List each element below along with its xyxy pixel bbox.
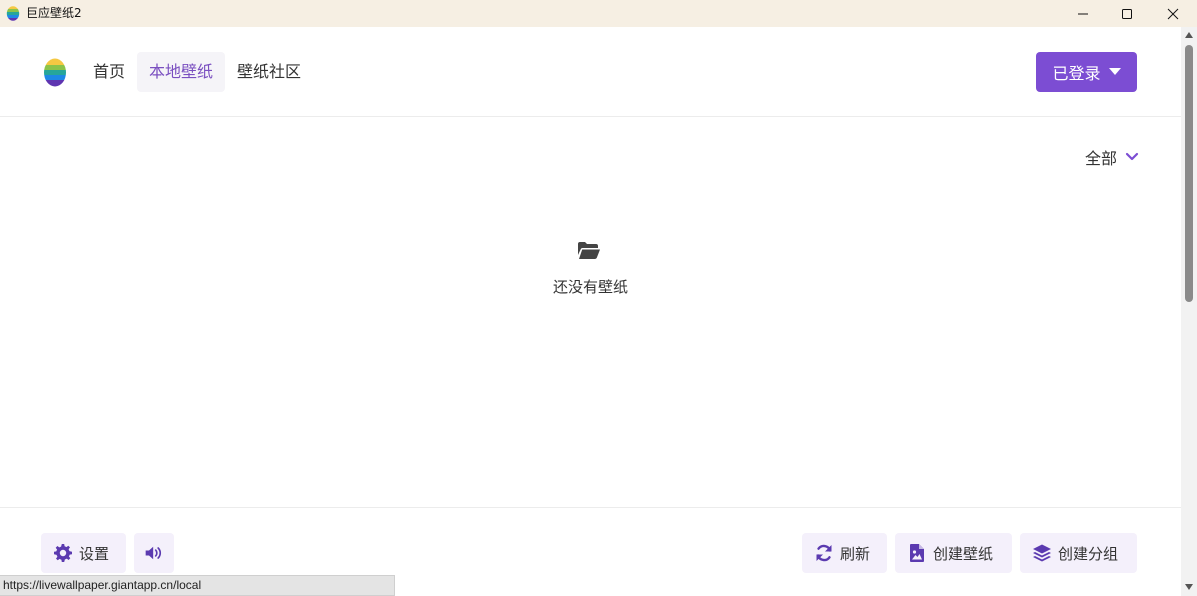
app-logo-icon[interactable] <box>43 57 67 87</box>
category-filter-dropdown[interactable]: 全部 <box>1085 145 1139 169</box>
settings-label: 设置 <box>79 544 110 563</box>
close-icon <box>1167 8 1179 19</box>
file-image-icon <box>910 544 924 562</box>
minimize-button[interactable] <box>1060 0 1106 27</box>
scroll-up-arrow-icon[interactable] <box>1185 32 1193 38</box>
folder-open-icon <box>578 242 600 260</box>
gear-icon <box>54 544 72 562</box>
window-titlebar: 巨应壁纸2 <box>0 0 1197 27</box>
minimize-icon <box>1078 13 1088 14</box>
window-title: 巨应壁纸2 <box>26 6 82 20</box>
close-button[interactable] <box>1150 0 1196 27</box>
layers-icon <box>1033 544 1051 562</box>
status-link-url: https://livewallpaper.giantapp.cn/local <box>0 575 395 596</box>
volume-button[interactable] <box>134 533 174 573</box>
scrollbar-thumb[interactable] <box>1185 45 1193 302</box>
top-header: 首页 本地壁纸 壁纸社区 已登录 <box>0 27 1181 117</box>
vertical-scrollbar[interactable] <box>1181 27 1197 596</box>
refresh-label: 刷新 <box>840 544 871 563</box>
settings-button[interactable]: 设置 <box>41 533 126 573</box>
account-dropdown-button[interactable]: 已登录 <box>1036 52 1137 92</box>
filter-selected-label: 全部 <box>1085 149 1118 168</box>
nav-home[interactable]: 首页 <box>81 52 137 92</box>
volume-icon <box>145 546 162 560</box>
create-group-button[interactable]: 创建分组 <box>1020 533 1137 573</box>
scroll-down-arrow-icon[interactable] <box>1185 584 1193 590</box>
maximize-icon <box>1122 8 1132 19</box>
nav-wallpaper-community[interactable]: 壁纸社区 <box>225 52 313 92</box>
app-logo-icon <box>6 6 20 21</box>
create-wallpaper-button[interactable]: 创建壁纸 <box>895 533 1012 573</box>
caret-down-icon <box>1108 68 1121 75</box>
maximize-button[interactable] <box>1104 0 1150 27</box>
chevron-down-icon <box>1125 152 1139 161</box>
app-content: 首页 本地壁纸 壁纸社区 已登录 全部 还没有壁纸 设置 刷新 创建壁纸 创建分… <box>0 27 1181 596</box>
create-wallpaper-label: 创建壁纸 <box>933 544 994 563</box>
refresh-icon <box>816 544 832 562</box>
refresh-button[interactable]: 刷新 <box>802 533 887 573</box>
account-label: 已登录 <box>1052 64 1101 83</box>
create-group-label: 创建分组 <box>1058 544 1119 563</box>
nav-local-wallpaper[interactable]: 本地壁纸 <box>137 52 226 92</box>
empty-state-message: 还没有壁纸 <box>552 278 628 296</box>
